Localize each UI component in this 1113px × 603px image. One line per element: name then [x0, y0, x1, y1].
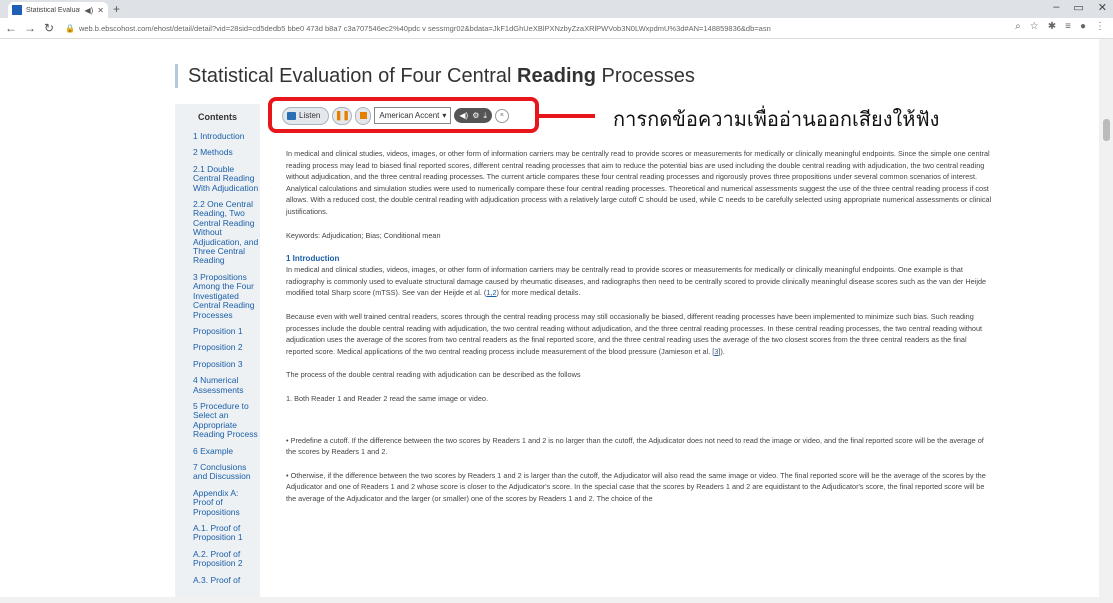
reading-list-icon[interactable]: ≡	[1065, 21, 1071, 32]
toc-item[interactable]: 1 Introduction	[193, 131, 260, 141]
new-tab-button[interactable]: +	[113, 2, 120, 16]
vertical-scrollbar[interactable]	[1099, 39, 1113, 597]
bullet-2: • Otherwise, if the difference between t…	[286, 470, 986, 503]
toc-item[interactable]: A.1. Proof of Proposition 1	[193, 523, 260, 543]
toc-item[interactable]: Proposition 1	[193, 326, 260, 336]
lock-icon: 🔒	[65, 23, 75, 33]
toc-item[interactable]: 3 Propositions Among the Four Investigat…	[193, 272, 260, 320]
toc-item[interactable]: A.3. Proof of	[193, 575, 260, 585]
browser-toolbar: ← → ↻ 🔒 web.b.ebscohost.com/ehost/detail…	[0, 18, 1113, 39]
contents-heading: Contents	[198, 112, 237, 122]
browser-tab-bar: Statistical Evaluation of Four ◀) ✕ + – …	[0, 0, 1113, 18]
extensions-icon[interactable]: ✱	[1048, 21, 1056, 32]
address-bar[interactable]: 🔒 web.b.ebscohost.com/ehost/detail/detai…	[65, 21, 925, 35]
contents-sidebar: Contents 1 Introduction 2 Methods 2.1 Do…	[175, 104, 260, 603]
bookmark-star-icon[interactable]: ☆	[1030, 21, 1039, 32]
page-title-text: Statistical Evaluation of Four Central	[188, 65, 518, 87]
annotation-highlight-box	[268, 97, 539, 133]
minimize-button[interactable]: –	[1053, 1, 1059, 14]
toc-item[interactable]: 2.2 One Central Reading, Two Central Rea…	[193, 199, 260, 266]
tab-close-icon[interactable]: ✕	[97, 6, 104, 15]
article-body: In medical and clinical studies, videos,…	[286, 148, 992, 504]
toc-item[interactable]: 2.1 Double Central Reading With Adjudica…	[193, 164, 260, 193]
annotation-pointer-line	[539, 114, 595, 118]
speaker-icon[interactable]: ◀)	[84, 6, 93, 15]
annotation-text: การกดข้อความเพื่ออ่านออกเสียงให้ฟัง	[613, 109, 940, 131]
horizontal-scrollbar[interactable]	[0, 597, 1113, 603]
intro-p1-end: ) for more medical details.	[496, 288, 581, 298]
toc-item[interactable]: 6 Example	[193, 446, 260, 456]
toc-item[interactable]: A.2. Proof of Proposition 2	[193, 549, 260, 569]
intro-p2-text: Because even with well trained central r…	[286, 311, 983, 356]
browser-tab[interactable]: Statistical Evaluation of Four ◀) ✕	[8, 2, 108, 18]
contents-list: 1 Introduction 2 Methods 2.1 Double Cent…	[175, 131, 260, 585]
favicon-icon	[12, 5, 22, 15]
toc-item[interactable]: Proposition 2	[193, 342, 260, 352]
reload-icon[interactable]: ↻	[41, 21, 57, 35]
section-heading: 1 Introduction	[286, 254, 340, 264]
page-title-suffix: Processes	[595, 65, 695, 87]
maximize-button[interactable]: ▭	[1073, 1, 1083, 14]
forward-icon[interactable]: →	[22, 21, 38, 35]
url-text: web.b.ebscohost.com/ehost/detail/detail?…	[78, 23, 771, 33]
menu-icon[interactable]: ⋮	[1095, 21, 1105, 32]
toc-item[interactable]: 5 Procedure to Select an Appropriate Rea…	[193, 401, 260, 440]
intro-p1-text: In medical and clinical studies, videos,…	[286, 265, 987, 298]
close-window-button[interactable]: ✕	[1098, 1, 1107, 14]
back-icon[interactable]: ←	[3, 21, 19, 35]
intro-p2-end: ]).	[718, 346, 725, 356]
intro-paragraph-1: In medical and clinical studies, videos,…	[286, 264, 992, 299]
scroll-thumb[interactable]	[1103, 119, 1110, 141]
intro-paragraph-2: Because even with well trained central r…	[286, 311, 992, 357]
page-title: Statistical Evaluation of Four Central R…	[175, 64, 695, 88]
step-1: 1. Both Reader 1 and Reader 2 read the s…	[286, 393, 489, 403]
toc-item[interactable]: 2 Methods	[193, 147, 260, 157]
keywords: Keywords: Adjudication; Bias; Conditiona…	[286, 230, 441, 240]
zoom-icon[interactable]: ⌕	[1015, 21, 1021, 32]
toc-item[interactable]: Proposition 3	[193, 359, 260, 369]
process-intro: The process of the double central readin…	[286, 370, 581, 380]
window-controls: – ▭ ✕	[1053, 1, 1107, 14]
citation-link[interactable]: 1,2	[486, 288, 496, 297]
tab-title: Statistical Evaluation of Four	[26, 6, 81, 14]
toc-item[interactable]: 7 Conclusions and Discussion	[193, 462, 260, 482]
bullet-1: • Predefine a cutoff. If the difference …	[286, 435, 984, 457]
abstract-paragraph: In medical and clinical studies, videos,…	[286, 149, 992, 216]
toc-item[interactable]: Appendix A: Proof of Propositions	[193, 488, 260, 517]
toc-item[interactable]: 4 Numerical Assessments	[193, 375, 260, 395]
page-title-bold: Reading	[517, 65, 596, 87]
toolbar-icons: ⌕ ☆ ✱ ≡ ● ⋮	[1015, 21, 1105, 32]
profile-icon[interactable]: ●	[1080, 21, 1086, 32]
